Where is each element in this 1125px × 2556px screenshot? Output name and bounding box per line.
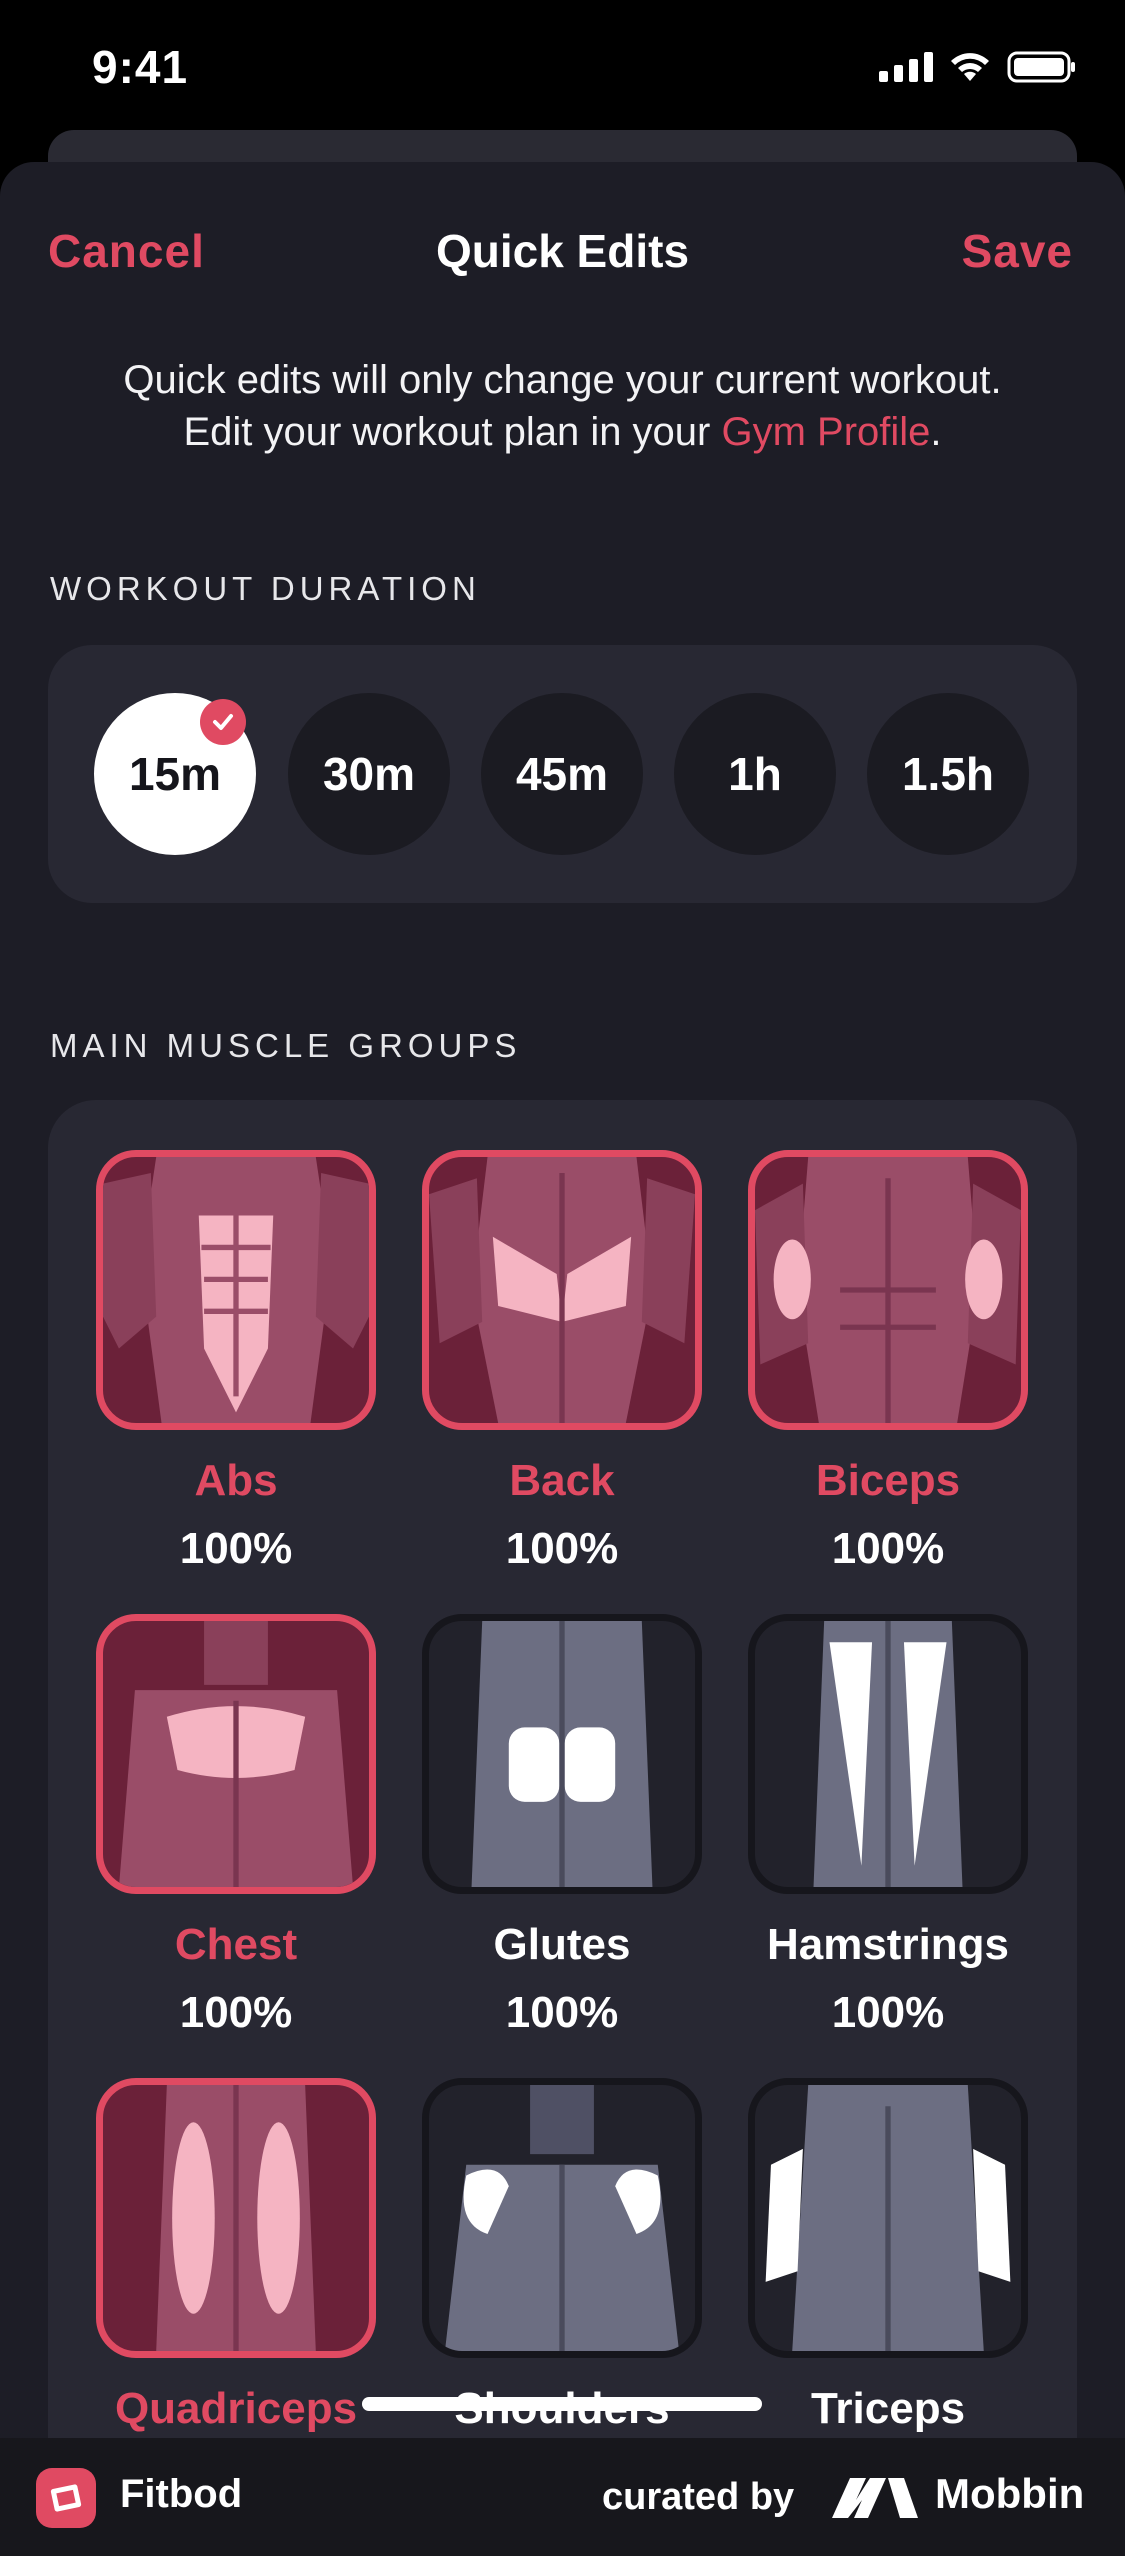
info-line-2: Edit your workout plan in your Gym Profi… xyxy=(0,406,1125,458)
cellular-signal-icon xyxy=(879,52,933,82)
muscle-name: Abs xyxy=(194,1456,278,1505)
status-time: 9:41 xyxy=(92,41,189,93)
info-line-2-prefix: Edit your workout plan in your xyxy=(183,410,722,454)
shoulders-muscle-icon xyxy=(422,2078,702,2358)
footer-app-name: Fitbod xyxy=(120,2472,243,2516)
muscle-tile-shoulders[interactable]: Shoulders xyxy=(422,2078,702,2434)
muscle-tile-glutes[interactable]: Glutes 100% xyxy=(422,1614,702,2038)
back-muscle-icon xyxy=(422,1150,702,1430)
info-line-1: Quick edits will only change your curren… xyxy=(123,358,1002,402)
muscle-percent: 100% xyxy=(505,1988,619,2037)
workout-duration-selector: 15m 30m 45m 1h 1.5h xyxy=(48,645,1077,903)
footer-bar: Fitbod curated by Mobbin xyxy=(0,2438,1125,2556)
muscle-groups-heading: MAIN MUSCLE GROUPS xyxy=(50,1027,522,1064)
muscle-name: Quadriceps xyxy=(114,2384,358,2433)
chest-muscle-icon xyxy=(96,1614,376,1894)
glutes-muscle-icon xyxy=(422,1614,702,1894)
abs-muscle-icon xyxy=(96,1150,376,1430)
home-indicator xyxy=(362,2397,762,2411)
duration-option-30m[interactable]: 30m xyxy=(288,693,450,855)
muscle-tile-abs[interactable]: Abs 100% xyxy=(96,1150,376,1574)
duration-option-15m[interactable]: 15m xyxy=(94,693,256,855)
muscle-name: Glutes xyxy=(493,1920,631,1969)
muscle-tile-chest[interactable]: Chest 100% xyxy=(96,1614,376,2038)
save-button[interactable]: Save xyxy=(962,224,1073,278)
muscle-percent: 100% xyxy=(831,1524,945,1573)
muscle-percent: 100% xyxy=(831,1988,945,2037)
fitbod-logo-icon xyxy=(36,2468,96,2528)
battery-icon xyxy=(1007,51,1075,83)
info-text: Quick edits will only change your curren… xyxy=(0,354,1125,458)
muscle-tile-quadriceps[interactable]: Quadriceps xyxy=(96,2078,376,2434)
footer-brand: Mobbin xyxy=(935,2470,1085,2517)
duration-option-45m[interactable]: 45m xyxy=(481,693,643,855)
muscle-name: Triceps xyxy=(810,2384,966,2433)
muscle-groups-grid: Abs 100% Back 100% Biceps 100% Chest 100… xyxy=(48,1100,1077,2556)
muscle-tile-back[interactable]: Back 100% xyxy=(422,1150,702,1574)
muscle-name: Biceps xyxy=(815,1456,961,1505)
info-line-2-suffix: . xyxy=(930,410,942,454)
quadriceps-muscle-icon xyxy=(96,2078,376,2358)
muscle-name: Chest xyxy=(174,1920,298,1969)
triceps-muscle-icon xyxy=(748,2078,1028,2358)
mobbin-logo-icon xyxy=(832,2478,918,2518)
duration-option-1h[interactable]: 1h xyxy=(674,693,836,855)
muscle-tile-biceps[interactable]: Biceps 100% xyxy=(748,1150,1028,1574)
status-icons xyxy=(879,50,1077,84)
muscle-tile-triceps[interactable]: Triceps xyxy=(748,2078,1028,2434)
checkmark-icon xyxy=(200,699,246,745)
biceps-muscle-icon xyxy=(748,1150,1028,1430)
hamstrings-muscle-icon xyxy=(748,1614,1028,1894)
muscle-percent: 100% xyxy=(179,1988,293,2037)
duration-option-label: 1.5h xyxy=(901,748,995,800)
duration-option-1-5h[interactable]: 1.5h xyxy=(867,693,1029,855)
duration-option-label: 1h xyxy=(728,748,782,800)
workout-duration-heading: WORKOUT DURATION xyxy=(50,570,481,607)
nav-bar: Quick Edits Cancel Save xyxy=(0,224,1125,294)
footer-curated-by: curated by xyxy=(602,2476,795,2518)
muscle-name: Hamstrings xyxy=(766,1920,1010,1969)
gym-profile-link[interactable]: Gym Profile xyxy=(721,410,930,454)
muscle-percent: 100% xyxy=(179,1524,293,1573)
status-bar: 9:41 xyxy=(0,0,1125,135)
cancel-button[interactable]: Cancel xyxy=(48,224,205,278)
muscle-percent: 100% xyxy=(505,1524,619,1573)
wifi-icon xyxy=(951,53,989,81)
duration-option-label: 45m xyxy=(515,748,609,800)
duration-option-label: 15m xyxy=(128,748,222,800)
duration-option-label: 30m xyxy=(322,748,416,800)
muscle-name: Back xyxy=(509,1456,615,1505)
muscle-tile-hamstrings[interactable]: Hamstrings 100% xyxy=(748,1614,1028,2038)
quick-edits-sheet: Quick Edits Cancel Save Quick edits will… xyxy=(0,162,1125,2556)
